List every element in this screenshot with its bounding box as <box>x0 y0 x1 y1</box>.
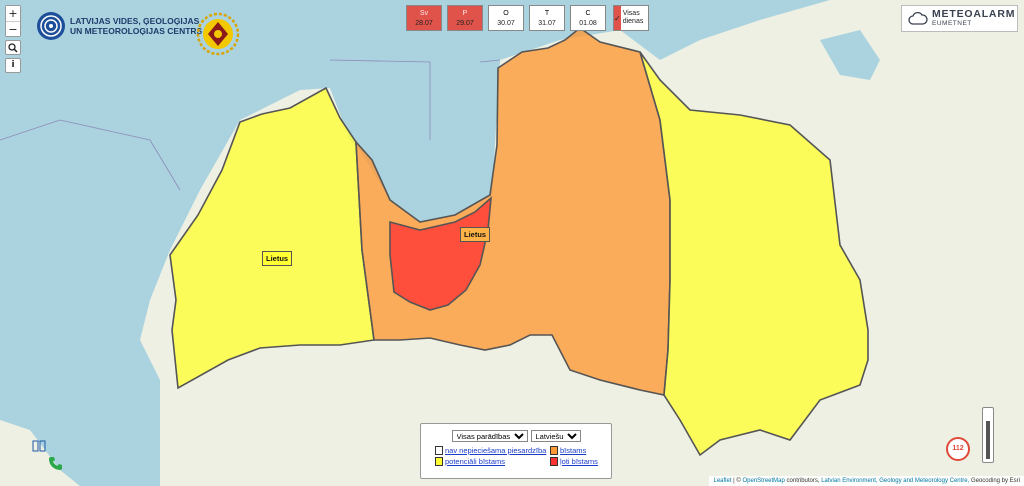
zoom-control: + − <box>5 5 21 37</box>
day-name: O <box>503 10 509 17</box>
phenomenon-select[interactable]: Visas parādības <box>451 430 528 442</box>
lvgmc-emblem-icon <box>37 12 65 40</box>
day-name: Sv <box>419 10 429 17</box>
warning-label-riga[interactable]: Lietus <box>460 227 491 242</box>
legend-swatch <box>550 457 558 466</box>
day-tab-29-07[interactable]: P 29.07 <box>447 5 483 31</box>
legend-label: bīstams <box>560 446 587 455</box>
slider-fill <box>986 421 990 459</box>
osm-link[interactable]: OpenStreetMap <box>742 478 784 484</box>
legend-item-potentially-dangerous[interactable]: potenciāli bīstams <box>435 457 550 466</box>
day-tab-31-07[interactable]: T 31.07 <box>529 5 565 31</box>
day-name: P <box>462 10 468 17</box>
zoom-in-button[interactable]: + <box>6 6 20 21</box>
fire-rescue-emblem-icon <box>196 12 240 56</box>
legend-item-dangerous[interactable]: bīstams <box>550 446 610 455</box>
lvgmc-logo[interactable]: LATVIJAS VIDES, ĢEOLOĢIJAS UN METEOROLOĢ… <box>36 11 202 41</box>
legend-label: potenciāli bīstams <box>445 457 506 466</box>
map-attribution: Leaflet | © OpenStreetMap contributors, … <box>709 476 1024 486</box>
day-tab-01-08[interactable]: C 01.08 <box>570 5 606 31</box>
leaflet-link[interactable]: Leaflet <box>713 478 731 484</box>
meteoalarm-title: METEOALARM <box>932 8 1016 20</box>
day-tab-30-07[interactable]: O 30.07 <box>488 5 524 31</box>
day-date: 28.07 <box>415 20 433 27</box>
lvgmc-link[interactable]: Latvian Environment, Geology and Meteoro… <box>821 478 969 484</box>
legend-swatch <box>435 457 443 466</box>
info-button[interactable]: i <box>5 58 21 73</box>
legend-swatch <box>550 446 558 455</box>
day-date: 31.07 <box>538 20 556 27</box>
zoom-out-button[interactable]: − <box>6 21 20 36</box>
maritime-border <box>0 119 181 191</box>
cloud-icon <box>908 11 928 25</box>
language-select[interactable]: Latviešu <box>530 430 581 442</box>
screen-icon[interactable] <box>32 440 46 452</box>
osm-contributors: contributors, <box>786 478 820 484</box>
warning-label-kurzeme[interactable]: Lietus <box>262 251 293 266</box>
lvgmc-name: LATVIJAS VIDES, ĢEOLOĢIJAS UN METEOROLOĢ… <box>70 16 203 36</box>
info-icon: i <box>11 60 15 70</box>
legend-swatch <box>435 446 443 455</box>
day-tab-28-07[interactable]: Sv 28.07 <box>406 5 442 31</box>
legend-panel: Visas parādības Latviešu nav nepieciešam… <box>420 423 612 479</box>
day-date: 01.08 <box>579 20 597 27</box>
all-days-label: Visas dienas <box>622 10 644 25</box>
search-icon <box>8 43 18 53</box>
search-button[interactable] <box>5 40 21 55</box>
emergency-112-button[interactable]: 112 <box>946 437 970 461</box>
meteoalarm-link[interactable]: METEOALARM EUMETNET <box>901 5 1018 32</box>
opacity-slider[interactable] <box>982 407 994 463</box>
day-date: 30.07 <box>497 20 515 27</box>
legend-label: nav nepieciešama piesardzība <box>445 446 547 455</box>
all-days-toggle[interactable]: ✓ Visas dienas <box>613 5 649 31</box>
day-selector: Sv 28.07 P 29.07 O 30.07 T 31.07 C 01.08… <box>406 5 649 31</box>
region-kurzeme-yellow[interactable] <box>169 86 375 390</box>
legend-label: ļoti bīstams <box>560 457 598 466</box>
day-date: 29.07 <box>456 20 474 27</box>
day-name: C <box>585 10 591 17</box>
land-gotland <box>0 420 80 486</box>
legend-item-no-precaution[interactable]: nav nepieciešama piesardzība <box>435 446 550 455</box>
check-icon: ✓ <box>614 6 621 30</box>
geocoding-credit: Geocoding by Esri <box>970 478 1020 484</box>
meteoalarm-subtitle: EUMETNET <box>932 20 972 27</box>
phone-icon[interactable] <box>48 455 64 471</box>
map-canvas[interactable] <box>0 0 1024 486</box>
day-name: T <box>544 10 550 17</box>
legend-item-very-dangerous[interactable]: ļoti bīstams <box>550 457 610 466</box>
